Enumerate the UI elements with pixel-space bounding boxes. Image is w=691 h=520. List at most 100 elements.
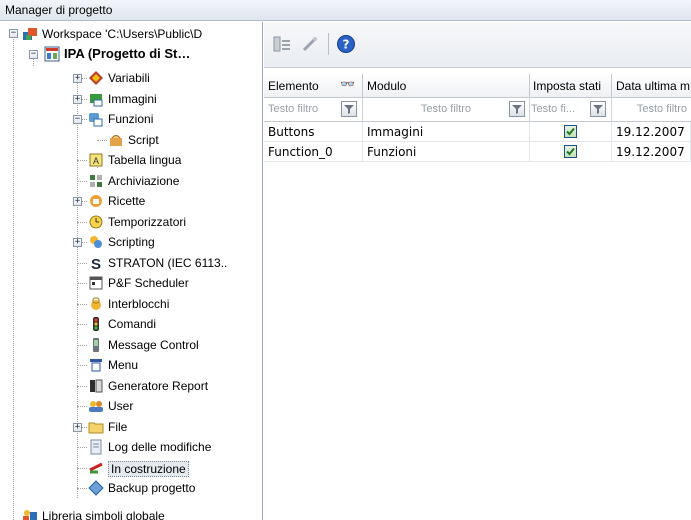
panel-title: Manager di progetto: [0, 0, 691, 21]
column-header-imposta-stati[interactable]: Imposta stati: [530, 74, 612, 98]
collapse-toggle[interactable]: −: [9, 29, 18, 38]
tree-node-immagini[interactable]: + Immagini: [0, 89, 262, 109]
archive-icon: [90, 174, 102, 187]
tree-label: Log delle modifiche: [108, 440, 212, 454]
help-icon: ?: [337, 35, 355, 53]
tree-node-generatore-report[interactable]: Generatore Report: [0, 376, 262, 396]
screens-icon: [90, 93, 103, 106]
language-table-icon: A: [89, 153, 103, 167]
expand-toggle[interactable]: +: [73, 197, 82, 206]
table-row[interactable]: Buttons Immagini 19.12.2007: [264, 122, 691, 142]
tree-node-archiviazione[interactable]: Archiviazione: [0, 171, 262, 191]
report-icon: [90, 379, 103, 392]
tree-node-message-control[interactable]: Message Control: [0, 335, 262, 355]
tree-node-scripting[interactable]: + Scripting: [0, 232, 262, 252]
tree-label: Generatore Report: [108, 378, 209, 393]
expand-toggle[interactable]: +: [73, 238, 82, 247]
workspace-icon: [23, 28, 37, 40]
view-icon: [273, 36, 290, 52]
recipes-icon: [90, 195, 102, 207]
help-button[interactable]: ?: [336, 34, 356, 54]
binoculars-icon: 👓: [340, 77, 355, 91]
tree-node-log-delle-modifiche[interactable]: Log delle modifiche: [0, 437, 262, 457]
tree-label: Tabella lingua: [108, 153, 182, 167]
detail-pane: ? Elemento 👓 Modulo Imposta stati Data u…: [264, 22, 691, 520]
functions-icon: [89, 113, 103, 127]
tree-node-interblocchi[interactable]: Interblocchi: [0, 294, 262, 314]
tree-node-menu[interactable]: Menu: [0, 355, 262, 375]
tree-node-global-library[interactable]: Libreria simboli globale: [0, 508, 262, 520]
filter-field-imposta-stati[interactable]: Testo fi...: [530, 98, 612, 122]
tree-node-backup-progetto[interactable]: Backup progetto: [0, 478, 262, 498]
expand-toggle[interactable]: +: [73, 422, 82, 432]
toolbar: ?: [264, 22, 691, 68]
status-checkbox[interactable]: [564, 145, 577, 158]
menu-icon: [90, 359, 102, 372]
filter-field-data[interactable]: Testo filtro: [612, 98, 691, 122]
straton-icon: S: [91, 256, 101, 271]
expand-toggle[interactable]: +: [73, 74, 82, 83]
tree-node-p-f-scheduler[interactable]: P&F Scheduler: [0, 273, 262, 293]
filter-icon[interactable]: [341, 101, 357, 117]
collapse-toggle[interactable]: −: [29, 50, 38, 59]
tree-label: Ricette: [108, 194, 146, 208]
tree-node-user[interactable]: User: [0, 396, 262, 416]
svg-text:A: A: [93, 156, 99, 166]
tree-node-funzioni[interactable]: − Funzioni: [0, 109, 262, 129]
tree-label: In costruzione: [108, 460, 189, 477]
variables-icon: [89, 71, 103, 85]
filter-field-modulo[interactable]: Testo filtro: [363, 98, 530, 122]
tree-label: Immagini: [108, 91, 157, 106]
toolbar-separator: [328, 33, 329, 55]
cell-imposta-stati: [530, 122, 612, 142]
message-control-icon: [93, 337, 99, 352]
column-header-elemento[interactable]: Elemento 👓: [264, 74, 363, 98]
filter-icon[interactable]: [509, 101, 525, 117]
tree-label: Variabili: [108, 71, 150, 85]
tree-node-workspace[interactable]: − Workspace 'C:\Users\Public\D: [0, 24, 262, 44]
tree-label: File: [108, 419, 128, 434]
tree-node-temporizzatori[interactable]: Temporizzatori: [0, 212, 262, 232]
tree-label: Scripting: [108, 235, 155, 249]
cell-imposta-stati: [530, 142, 612, 162]
tree-node-variabili[interactable]: + Variabili: [0, 68, 262, 88]
project-icon: [44, 46, 60, 62]
tree-node-script[interactable]: Script: [0, 130, 262, 150]
edit-button[interactable]: [300, 34, 320, 54]
tree-node-in-costruzione[interactable]: In costruzione: [0, 458, 262, 478]
tree-node-straton-iec-6113[interactable]: S STRATON (IEC 6113..: [0, 253, 262, 273]
tree-label: Backup progetto: [108, 481, 196, 495]
tree-node-project[interactable]: − IPA (Progetto di St…: [0, 44, 262, 64]
status-checkbox[interactable]: [564, 125, 577, 138]
interlock-icon: [91, 297, 101, 310]
tree-label: Temporizzatori: [108, 214, 187, 229]
scheduler-icon: [89, 276, 103, 290]
backup-icon: [88, 480, 104, 496]
tree-node-ricette[interactable]: + Ricette: [0, 191, 262, 211]
filter-icon[interactable]: [590, 101, 606, 117]
cell-modulo: Immagini: [363, 122, 530, 142]
tree-label: Interblocchi: [108, 296, 170, 311]
column-header-modulo[interactable]: Modulo: [363, 74, 530, 98]
tree-node-file[interactable]: + File: [0, 417, 262, 437]
project-tree[interactable]: − Workspace 'C:\Users\Public\D − IPA (Pr…: [0, 22, 263, 520]
tree-node-comandi[interactable]: Comandi: [0, 314, 262, 334]
change-log-icon: [90, 439, 102, 455]
tree-label-global-library: Libreria simboli globale: [42, 509, 165, 520]
column-header-data-ultima-modifica[interactable]: Data ultima m: [612, 74, 691, 98]
tree-label: Message Control: [108, 337, 199, 352]
filter-field-elemento[interactable]: Testo filtro: [264, 98, 363, 122]
timer-icon: [89, 215, 103, 228]
expand-toggle[interactable]: +: [73, 94, 82, 104]
svg-text:?: ?: [343, 38, 350, 52]
tree-node-tabella-lingua[interactable]: A Tabella lingua: [0, 150, 262, 170]
under-construction-icon: [89, 462, 103, 473]
view-button[interactable]: [272, 34, 292, 54]
tree-label: Funzioni: [108, 112, 154, 126]
table-row[interactable]: Function_0 Funzioni 19.12.2007: [264, 142, 691, 162]
collapse-toggle[interactable]: −: [73, 115, 82, 124]
tree-label: Comandi: [108, 317, 157, 331]
folder-icon: [88, 422, 104, 433]
tree-label-workspace: Workspace 'C:\Users\Public\D: [42, 27, 203, 41]
tree-label: User: [108, 399, 134, 413]
